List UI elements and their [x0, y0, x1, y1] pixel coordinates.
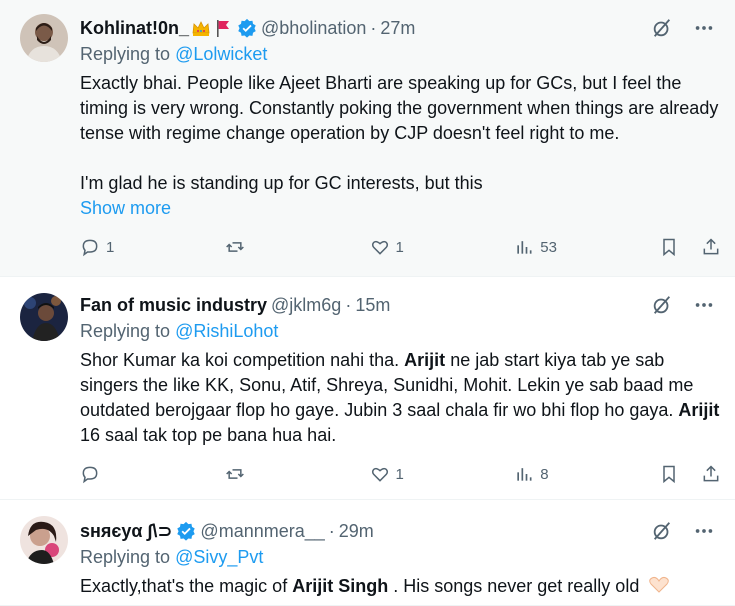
tweet-paragraph: I'm glad he is standing up for GC intere… [80, 173, 483, 193]
retweet-icon [225, 242, 244, 252]
share-icon[interactable] [701, 237, 721, 257]
analytics-icon [517, 468, 532, 481]
tweet-text: Exactly,that's the magic of Arijit Singh… [80, 574, 721, 599]
separator-dot: · [370, 17, 377, 38]
mention-bold: Arijit [678, 400, 720, 420]
grok-icon[interactable] [651, 17, 673, 39]
verified-badge-icon [237, 18, 257, 38]
text-segment: Exactly,that's the magic of [80, 576, 293, 596]
display-name[interactable]: Kohlinat!0n_ [80, 18, 189, 39]
like-button[interactable]: 1 [370, 237, 430, 257]
replying-to-link[interactable]: @RishiLohot [175, 321, 278, 341]
views-button[interactable]: 53 [514, 237, 574, 257]
separator-dot: · [328, 520, 335, 541]
like-count: 1 [395, 465, 404, 483]
red-flag-emoji-icon [213, 18, 233, 38]
avatar[interactable] [20, 14, 68, 62]
timestamp[interactable]: 27m [380, 18, 415, 39]
tweet[interactable]: Fan of music industry @jklm6g · 15m Repl… [0, 277, 735, 500]
retweet-button[interactable] [225, 237, 285, 257]
replying-to: Replying to @RishiLohot [80, 320, 721, 342]
replying-to-link[interactable]: @Sivy_Pvt [175, 547, 263, 567]
more-options-icon[interactable] [693, 17, 715, 39]
text-segment: . His songs never get really old [388, 576, 640, 596]
verified-badge-icon [176, 521, 196, 541]
like-button[interactable]: 1 [370, 464, 430, 484]
reply-icon [82, 239, 98, 257]
view-count: 53 [540, 238, 557, 256]
reply-count: 1 [106, 238, 115, 256]
share-icon[interactable] [701, 464, 721, 484]
tweet-text: Shor Kumar ka koi competition nahi tha. … [80, 348, 721, 448]
views-button[interactable]: 8 [514, 464, 574, 484]
bookmark-icon[interactable] [659, 237, 679, 257]
timestamp[interactable]: 29m [339, 521, 374, 542]
more-options-icon[interactable] [693, 294, 715, 316]
replying-prefix: Replying to [80, 547, 171, 567]
retweet-icon [225, 469, 244, 479]
analytics-icon [517, 241, 532, 254]
avatar[interactable] [20, 293, 68, 341]
bookmark-icon[interactable] [659, 464, 679, 484]
heart-hands-emoji-icon [649, 576, 670, 593]
display-name[interactable]: ѕняєуα ∫\⊃ [80, 521, 172, 542]
avatar[interactable] [20, 516, 68, 564]
text-segment: 16 saal tak top pe bana hua hai. [80, 425, 337, 445]
handle[interactable]: @jklm6g [271, 295, 341, 316]
mention-bold: Arijit Singh [292, 576, 389, 596]
tweet-paragraph: Shor Kumar ka koi competition nahi tha. … [80, 348, 721, 448]
display-name[interactable]: Fan of music industry [80, 295, 267, 316]
handle[interactable]: @bholination [261, 18, 366, 39]
grok-icon[interactable] [651, 520, 673, 542]
heart-icon [371, 240, 388, 255]
replying-to: Replying to @Sivy_Pvt [80, 546, 721, 568]
replying-prefix: Replying to [80, 321, 171, 341]
view-count: 8 [540, 465, 549, 483]
separator-dot: · [345, 294, 352, 315]
reply-icon [82, 466, 98, 484]
tweet-paragraph: Exactly bhai. People like Ajeet Bharti a… [80, 73, 719, 143]
tweet-paragraph: Exactly,that's the magic of Arijit Singh… [80, 574, 721, 599]
tweet[interactable]: ѕняєуα ∫\⊃ @mannmera__ · 29m Replying to… [0, 500, 735, 606]
retweet-button[interactable] [225, 464, 285, 484]
replying-to: Replying to @Lolwicket [80, 43, 721, 65]
tweet[interactable]: Kohlinat!0n_ @bholination · 27m Replying… [0, 0, 735, 277]
show-more-link[interactable]: Show more [80, 196, 721, 221]
replying-to-link[interactable]: @Lolwicket [175, 44, 267, 64]
replying-prefix: Replying to [80, 44, 171, 64]
text-segment: Shor Kumar ka koi competition nahi tha. [80, 350, 405, 370]
heart-icon [371, 467, 388, 482]
crown-emoji-icon [191, 18, 211, 38]
reply-button[interactable] [80, 464, 140, 484]
like-count: 1 [395, 238, 404, 256]
more-options-icon[interactable] [693, 520, 715, 542]
timestamp[interactable]: 15m [355, 295, 390, 316]
tweet-text: Exactly bhai. People like Ajeet Bharti a… [80, 71, 721, 196]
reply-button[interactable]: 1 [80, 237, 140, 257]
mention-bold: Arijit [404, 350, 446, 370]
handle[interactable]: @mannmera__ [200, 521, 324, 542]
grok-icon[interactable] [651, 294, 673, 316]
